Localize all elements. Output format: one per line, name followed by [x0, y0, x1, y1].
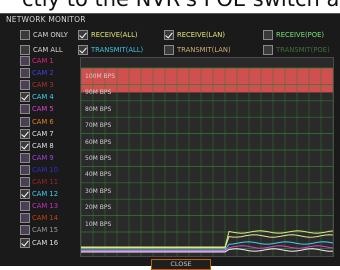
camera-checkbox[interactable] — [20, 164, 30, 175]
y-axis-label: 20M BPS — [85, 204, 112, 212]
camera-label: CAM 9 — [32, 153, 54, 162]
bandwidth-graph: 100M BPS 90M BPS 80M BPS 70M BPS 60M BPS 50M … — [80, 57, 334, 257]
camera-checkbox[interactable] — [20, 56, 30, 66]
camera-item-7[interactable]: CAM 7 — [20, 128, 76, 139]
traffic-trace — [81, 241, 333, 251]
cam-all-label: CAM ALL — [33, 46, 63, 54]
camera-item-10[interactable]: CAM 10 — [20, 164, 76, 175]
camera-item-9[interactable]: CAM 9 — [20, 152, 76, 163]
camera-label: CAM 11 — [32, 178, 59, 186]
window-title: NETWORK MONITOR — [6, 15, 86, 24]
camera-checkbox[interactable] — [20, 225, 30, 236]
camera-label: CAM 16 — [32, 238, 59, 247]
camera-checkbox[interactable] — [20, 128, 30, 139]
y-axis-label: 10M BPS — [85, 220, 112, 228]
camera-item-2[interactable]: CAM 2 — [20, 68, 76, 79]
receive-all-checkbox[interactable] — [78, 30, 88, 40]
camera-item-3[interactable]: CAM 3 — [20, 80, 76, 91]
camera-item-15[interactable]: CAM 15 — [20, 225, 76, 236]
y-axis-label: 50M BPS — [85, 155, 112, 162]
camera-checkbox[interactable] — [20, 213, 30, 224]
camera-item-1[interactable]: CAM 1 — [20, 56, 76, 66]
traffic-trace — [81, 234, 333, 249]
document-caption: ctly to the NVR's POE switch and — [0, 0, 340, 13]
close-button[interactable]: CLOSE — [151, 259, 211, 270]
y-axis-label: 30M BPS — [85, 187, 112, 195]
camera-checkbox[interactable] — [20, 201, 30, 212]
y-axis-label: 90M BPS — [85, 89, 112, 97]
camera-label: CAM 7 — [32, 129, 54, 138]
camera-item-8[interactable]: CAM 8 — [20, 140, 76, 151]
camera-checkbox[interactable] — [20, 189, 30, 200]
camera-label: CAM 5 — [32, 105, 54, 114]
receive-lan-checkbox[interactable] — [164, 30, 174, 40]
camera-item-16[interactable]: CAM 16 — [20, 237, 76, 248]
cam-all-checkbox[interactable] — [20, 45, 30, 55]
transmit-poe-checkbox[interactable] — [263, 45, 273, 55]
network-monitor-window: NETWORK MONITOR CAM ONLY CAM ALL RECEIVE… — [0, 13, 340, 270]
camera-label: CAM 6 — [32, 117, 54, 126]
caption-text: ctly to the NVR's POE switch and — [22, 0, 340, 11]
camera-label: CAM 3 — [32, 81, 54, 90]
camera-label: CAM 13 — [32, 202, 59, 211]
cam-only-label: CAM ONLY — [33, 31, 68, 39]
transmit-lan-checkbox[interactable] — [164, 45, 174, 55]
camera-item-5[interactable]: CAM 5 — [20, 104, 76, 115]
camera-label: CAM 10 — [32, 165, 59, 174]
y-axis-label: 70M BPS — [85, 122, 112, 130]
camera-checkbox[interactable] — [20, 140, 30, 151]
receive-lan-label: RECEIVE(LAN) — [177, 31, 225, 39]
camera-checkbox[interactable] — [20, 152, 30, 163]
camera-checkbox[interactable] — [20, 80, 30, 91]
camera-checkbox[interactable] — [20, 116, 30, 127]
transmit-all-label: TRANSMIT(ALL) — [91, 46, 144, 54]
receive-all-label: RECEIVE(ALL) — [91, 31, 138, 39]
camera-checkbox[interactable] — [20, 68, 30, 79]
camera-label: CAM 1 — [32, 57, 54, 65]
camera-label: CAM 12 — [32, 190, 59, 199]
camera-item-13[interactable]: CAM 13 — [20, 201, 76, 212]
camera-checkbox[interactable] — [20, 177, 30, 187]
traffic-trace — [81, 230, 333, 248]
cam-only-checkbox[interactable] — [20, 30, 30, 40]
camera-checkbox[interactable] — [20, 92, 30, 103]
camera-item-11[interactable]: CAM 11 — [20, 177, 76, 187]
camera-checkbox[interactable] — [20, 237, 30, 248]
camera-label: CAM 15 — [32, 226, 59, 235]
camera-label: CAM 2 — [32, 69, 54, 78]
y-axis-label: 100M BPS — [85, 73, 116, 80]
transmit-poe-label: TRANSMIT(POE) — [276, 46, 330, 54]
camera-label: CAM 4 — [32, 93, 54, 102]
camera-item-6[interactable]: CAM 6 — [20, 116, 76, 127]
camera-item-4[interactable]: CAM 4 — [20, 92, 76, 103]
receive-poe-checkbox[interactable] — [263, 30, 273, 40]
graph-peak-band — [81, 68, 333, 93]
y-axis-label: 80M BPS — [85, 105, 112, 113]
receive-poe-label: RECEIVE(POE) — [276, 31, 325, 39]
transmit-lan-label: TRANSMIT(LAN) — [177, 46, 231, 54]
transmit-all-checkbox[interactable] — [78, 45, 88, 55]
graph-canvas — [81, 67, 333, 256]
y-axis-label: 40M BPS — [85, 171, 112, 179]
camera-checkbox[interactable] — [20, 104, 30, 115]
camera-label: CAM 8 — [32, 141, 54, 150]
y-axis-label: 60M BPS — [85, 138, 112, 146]
camera-label: CAM 14 — [32, 214, 59, 223]
camera-item-14[interactable]: CAM 14 — [20, 213, 76, 224]
camera-item-12[interactable]: CAM 12 — [20, 189, 76, 200]
